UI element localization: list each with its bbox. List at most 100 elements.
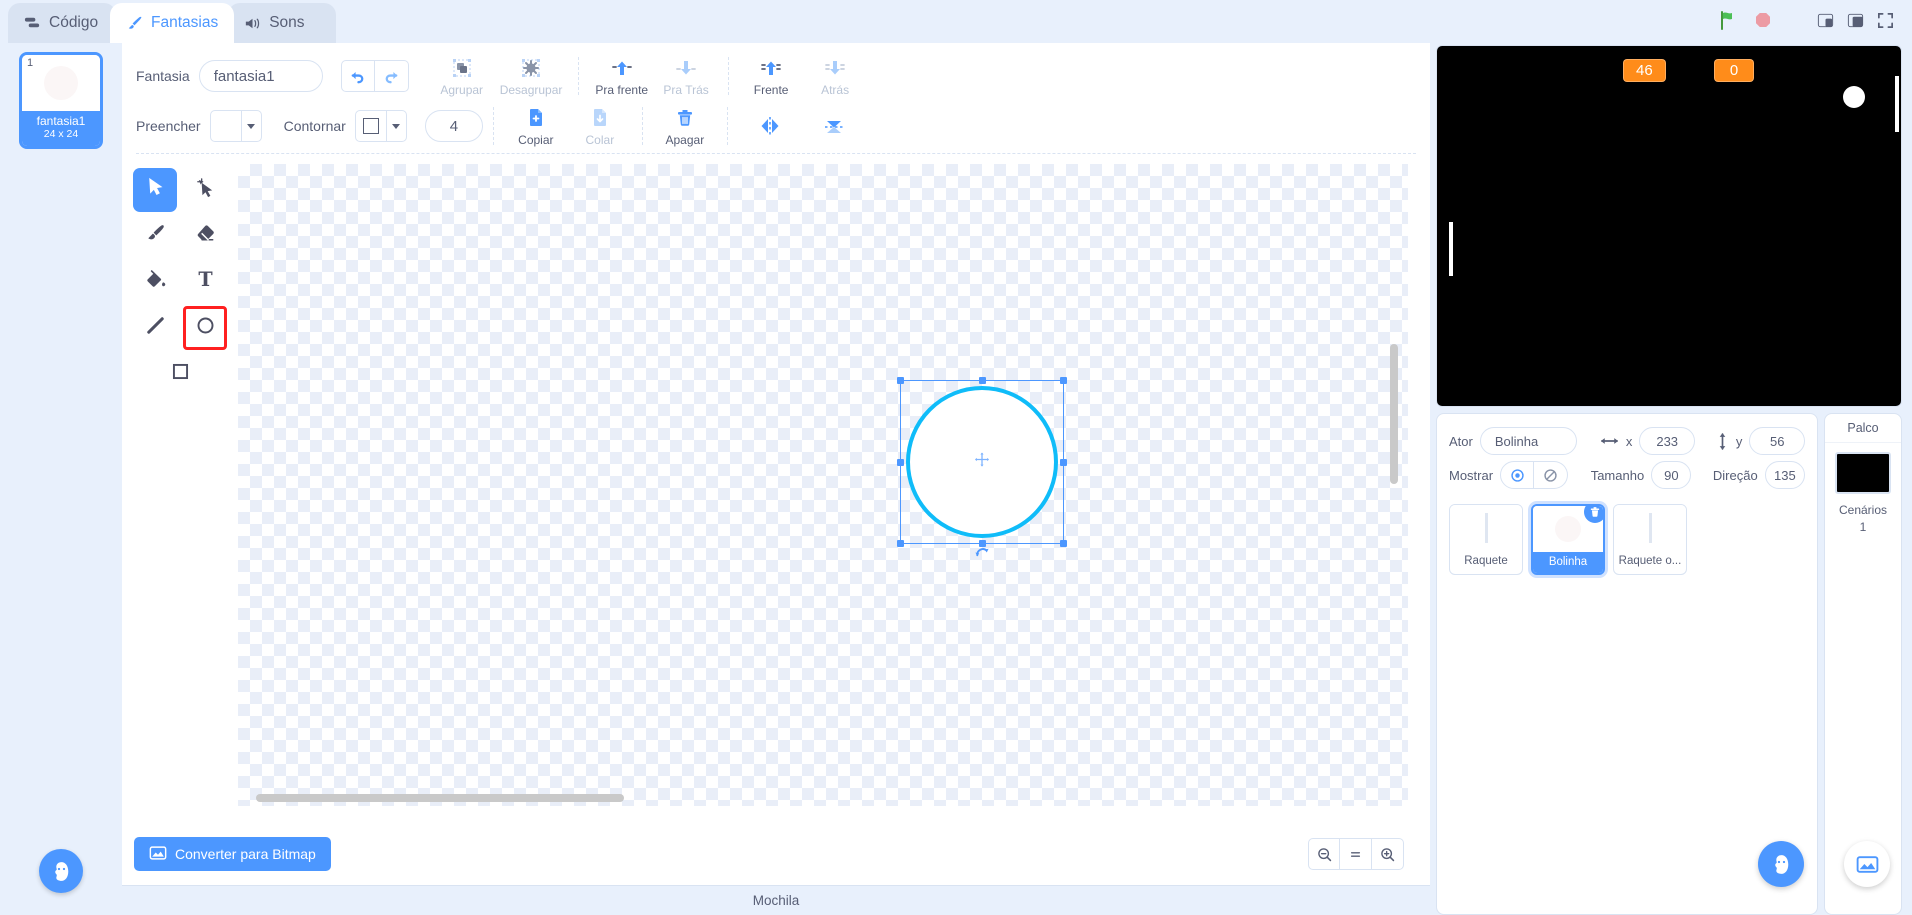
stage-pane: Palco Cenários 1	[1824, 413, 1902, 915]
canvas-vertical-scrollbar[interactable]	[1390, 344, 1398, 484]
flip-vertical-button[interactable]	[802, 113, 866, 139]
paint-canvas[interactable]	[238, 164, 1408, 806]
costume-item[interactable]: 1 fantasia1 24 x 24	[19, 52, 103, 149]
zoom-out-icon[interactable]	[1308, 838, 1340, 870]
backward-button[interactable]: Pra Trás	[654, 55, 718, 97]
chevron-down-icon[interactable]	[241, 110, 262, 142]
backpack-bar[interactable]: Mochila	[122, 885, 1430, 915]
resize-handle-e[interactable]	[1060, 458, 1067, 466]
outline-color-picker[interactable]	[354, 110, 407, 142]
ungroup-button[interactable]: Desagrupar	[494, 55, 569, 97]
stage-title: Palco	[1825, 421, 1901, 443]
resize-handle-n[interactable]	[978, 377, 986, 384]
copy-button[interactable]: Copiar	[504, 105, 568, 147]
outline-label: Contornar	[283, 118, 346, 134]
sprite-name-input[interactable]: Bolinha	[1479, 427, 1578, 455]
horizontal-arrow-icon	[1600, 434, 1619, 448]
sprite-info: Ator Bolinha x 233 y 56 Mostrar Tamanho …	[1437, 414, 1817, 498]
canvas-container	[230, 154, 1430, 823]
zoom-reset-icon[interactable]	[1340, 838, 1372, 870]
stop-icon[interactable]	[1752, 9, 1774, 31]
square-icon	[170, 361, 191, 387]
sprite-size-input[interactable]: 90	[1651, 461, 1692, 489]
copy-label: Copiar	[518, 133, 554, 147]
fullscreen-icon[interactable]	[1872, 8, 1898, 32]
tab-fantasias[interactable]: Fantasias	[110, 3, 235, 43]
resize-handle-nw[interactable]	[897, 377, 904, 384]
circle-tool[interactable]	[183, 306, 227, 350]
forward-label: Pra frente	[595, 83, 649, 97]
outline-swatch[interactable]	[354, 110, 387, 142]
sprite-label: Raquete o...	[1618, 555, 1682, 567]
rectangle-tool[interactable]	[158, 352, 202, 396]
sprite-x-input[interactable]: 233	[1639, 427, 1695, 455]
tab-codigo[interactable]: Código	[8, 3, 116, 43]
fill-swatch[interactable]	[209, 110, 242, 142]
flip-horizontal-icon	[757, 113, 783, 139]
sound-icon	[242, 13, 262, 33]
sprite-direction-input[interactable]: 135	[1764, 461, 1805, 489]
fill-tool[interactable]	[133, 260, 177, 304]
eraser-tool[interactable]	[183, 214, 227, 258]
reshape-tool[interactable]	[183, 168, 227, 212]
zoom-in-icon[interactable]	[1372, 838, 1404, 870]
paste-button[interactable]: Colar	[568, 105, 632, 147]
tab-sons[interactable]: Sons	[228, 3, 337, 43]
stage-paddle-sprite[interactable]	[1449, 222, 1453, 276]
show-sprite-button[interactable]	[1500, 461, 1535, 489]
add-sprite-button[interactable]	[1758, 841, 1804, 887]
sprite-y-input[interactable]: 56	[1749, 427, 1806, 455]
eraser-icon	[194, 222, 217, 250]
delete-button[interactable]: Apagar	[653, 105, 717, 147]
redo-icon[interactable]	[374, 60, 409, 92]
stage-thumbnail[interactable]	[1835, 452, 1891, 494]
bitmap-icon	[149, 844, 167, 865]
undo-icon[interactable]	[340, 60, 375, 92]
flip-horizontal-button[interactable]	[738, 113, 802, 139]
costume-name-input[interactable]: fantasia1	[198, 60, 323, 92]
brush-tool[interactable]	[133, 214, 177, 258]
convert-to-bitmap-button[interactable]: Converter para Bitmap	[134, 837, 331, 871]
text-tool[interactable]: T	[183, 260, 227, 304]
sprite-item-raquete-o[interactable]: Raquete o...	[1613, 504, 1687, 575]
back-icon	[823, 55, 847, 81]
resize-handle-sw[interactable]	[897, 540, 904, 547]
resize-handle-w[interactable]	[897, 458, 904, 466]
paint-toolbar-row-1: Fantasia fantasia1 Agrupar Desagrupar Pr…	[136, 51, 1416, 101]
canvas-horizontal-scrollbar[interactable]	[256, 794, 624, 802]
score-monitor-2[interactable]: 0	[1714, 59, 1754, 82]
sprite-item-raquete[interactable]: Raquete	[1449, 504, 1523, 575]
add-backdrop-button[interactable]	[1844, 841, 1890, 887]
small-stage-icon[interactable]	[1812, 8, 1838, 32]
chevron-down-icon-outline[interactable]	[386, 110, 407, 142]
stage-size-buttons	[1812, 8, 1898, 32]
stage[interactable]: 46 0	[1436, 45, 1902, 407]
fill-color-picker[interactable]	[209, 110, 262, 142]
back-button[interactable]: Atrás	[803, 55, 867, 97]
copy-icon	[524, 105, 548, 131]
ungroup-label: Desagrupar	[499, 83, 563, 97]
line-tool[interactable]	[133, 306, 177, 350]
score-monitor-1[interactable]: 46	[1623, 59, 1666, 82]
resize-handle-se[interactable]	[1060, 540, 1067, 547]
actor-label: Ator	[1449, 433, 1473, 449]
rotate-handle[interactable]	[974, 544, 991, 564]
sprite-item-bolinha[interactable]: Bolinha	[1531, 504, 1605, 575]
tab-label: Fantasias	[151, 14, 219, 31]
stage-paddle-right-sprite[interactable]	[1895, 76, 1899, 132]
add-costume-button[interactable]	[39, 849, 83, 893]
forward-button[interactable]: Pra frente	[589, 55, 654, 97]
stage-and-sprites: 46 0 Ator Bolinha x 233 y 56 Mostrar Tam…	[1430, 43, 1912, 915]
stage-ball-sprite[interactable]	[1843, 86, 1865, 108]
selected-shape[interactable]	[897, 377, 1067, 557]
front-button[interactable]: Frente	[739, 55, 803, 97]
large-stage-icon[interactable]	[1842, 8, 1868, 32]
stroke-width-input[interactable]: 4	[424, 110, 483, 142]
select-tool[interactable]	[133, 168, 177, 212]
resize-handle-ne[interactable]	[1060, 377, 1067, 384]
paint-toolbar-row-2: Preencher Contornar 4 Copiar Colar Apaga…	[136, 101, 1416, 151]
green-flag-icon[interactable]	[1716, 8, 1740, 32]
hide-sprite-button[interactable]	[1534, 461, 1569, 489]
code-icon	[22, 13, 42, 33]
group-button[interactable]: Agrupar	[430, 55, 494, 97]
